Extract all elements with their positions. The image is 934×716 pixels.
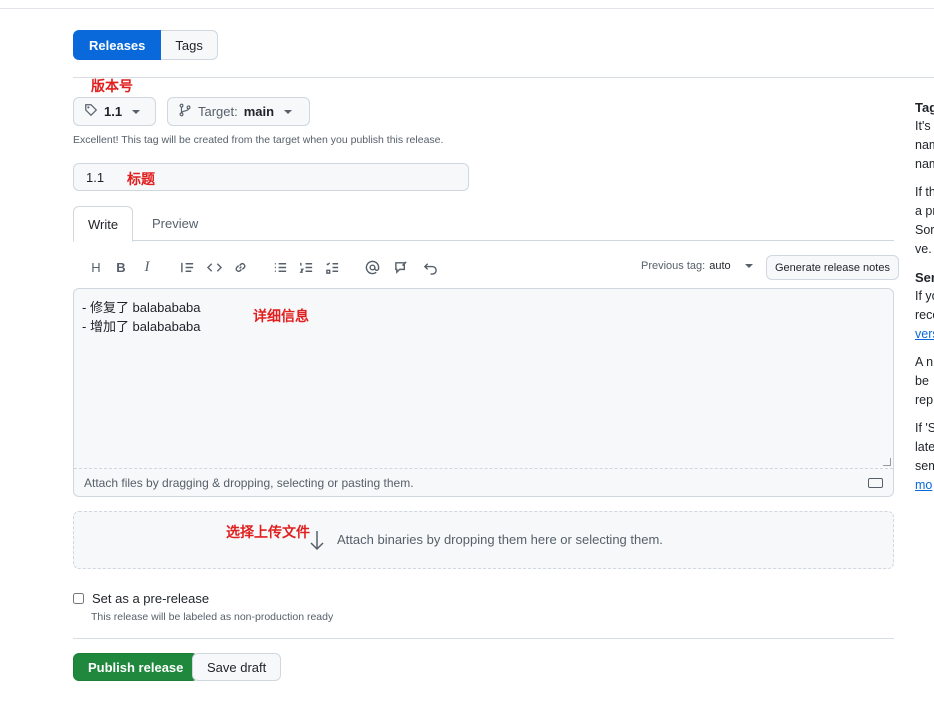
italic-button[interactable]: I (138, 258, 156, 276)
sidebar-line: late (915, 440, 934, 454)
previous-tag-value: auto (709, 260, 731, 272)
markdown-icon (868, 478, 883, 488)
save-draft-button[interactable]: Save draft (192, 653, 282, 681)
annotation-title: 标题 (127, 171, 155, 187)
sidebar-line: A n (915, 355, 934, 369)
previous-tag-select[interactable]: Previous tag: auto (641, 260, 753, 272)
sidebar-heading: Sen (915, 270, 934, 285)
quote-icon[interactable] (178, 258, 196, 276)
target-select[interactable]: Target: main (167, 97, 310, 126)
chevron-down-icon (284, 109, 293, 114)
mention-icon[interactable] (363, 258, 381, 276)
sidebar-line: Sor (915, 223, 934, 237)
annotation-upload: 选择上传文件 (226, 524, 310, 540)
prerelease-checkbox[interactable] (73, 593, 84, 604)
target-value: main (243, 104, 275, 119)
heading-button[interactable]: H (87, 258, 105, 276)
unordered-list-icon[interactable] (271, 258, 289, 276)
sidebar-line: If 'S (915, 421, 934, 435)
sidebar-help: Tag It's nam nam If th a pr Sor ve. Sen … (915, 98, 934, 495)
release-notes-editor[interactable]: - 修复了 balabababa - 增加了 balabababa Attach… (73, 288, 894, 497)
annotation-details: 详细信息 (253, 308, 309, 324)
annotation-version: 版本号 (91, 78, 133, 94)
tab-preview[interactable]: Preview (138, 206, 212, 241)
generate-release-notes-button[interactable]: Generate release notes (766, 255, 899, 280)
releases-tags-switch: Releases Tags (73, 30, 218, 60)
sidebar-line: a pr (915, 204, 934, 218)
sidebar-line: be (915, 374, 929, 388)
chevron-down-icon (744, 264, 753, 268)
arrow-down-icon (310, 531, 324, 551)
release-title-value: 1.1 (86, 169, 105, 185)
prerelease-hint: This release will be labeled as non-prod… (91, 611, 334, 623)
top-border (0, 0, 934, 9)
branch-icon (178, 103, 192, 120)
bold-button[interactable]: B (112, 258, 130, 276)
undo-icon[interactable] (421, 258, 439, 276)
editor-content: - 修复了 balabababa - 增加了 balabababa (82, 298, 201, 336)
sidebar-line: It's (915, 119, 931, 133)
sidebar-line: nam (915, 138, 934, 152)
sidebar-line: If yo (915, 289, 934, 303)
tags-tab[interactable]: Tags (161, 30, 218, 60)
sidebar-heading: Tag (915, 100, 934, 115)
releases-tab[interactable]: Releases (73, 30, 162, 60)
resize-handle[interactable] (883, 458, 891, 466)
editor-line: - 修复了 balabababa (82, 300, 201, 315)
ordered-list-icon[interactable] (297, 258, 315, 276)
prerelease-label: Set as a pre-release (92, 591, 210, 606)
tag-icon (84, 103, 98, 120)
sidebar-line: sem (915, 459, 934, 473)
code-icon[interactable] (205, 258, 223, 276)
footer-divider (73, 638, 894, 639)
tag-value: 1.1 (104, 104, 123, 119)
prerelease-option[interactable]: Set as a pre-release (73, 591, 209, 606)
tag-hint: Excellent! This tag will be created from… (73, 134, 444, 146)
sidebar-link[interactable]: mo (915, 476, 934, 495)
chevron-down-icon (132, 109, 141, 114)
binaries-dropzone[interactable]: Attach binaries by dropping them here or… (73, 511, 894, 569)
editor-line: - 增加了 balabababa (82, 319, 201, 334)
sidebar-line: reco (915, 308, 934, 322)
sidebar-line: If th (915, 185, 934, 199)
sidebar-line: ve. (915, 242, 932, 256)
tab-write[interactable]: Write (73, 206, 134, 242)
attach-files-bar[interactable]: Attach files by dragging & dropping, sel… (74, 468, 893, 496)
publish-release-button[interactable]: Publish release (73, 653, 199, 681)
editor-tabs: Write Preview (73, 206, 894, 242)
link-icon[interactable] (231, 258, 249, 276)
sidebar-link[interactable]: vers (915, 325, 934, 344)
binaries-text: Attach binaries by dropping them here or… (337, 532, 663, 547)
sidebar-line: rep (915, 393, 934, 407)
sidebar-line: nam (915, 157, 934, 171)
header-divider (73, 77, 934, 78)
tag-select[interactable]: 1.1 (73, 97, 156, 126)
task-list-icon[interactable] (323, 258, 341, 276)
reference-icon[interactable] (392, 258, 410, 276)
target-label: Target: (198, 104, 238, 119)
previous-tag-label: Previous tag: (641, 260, 706, 272)
